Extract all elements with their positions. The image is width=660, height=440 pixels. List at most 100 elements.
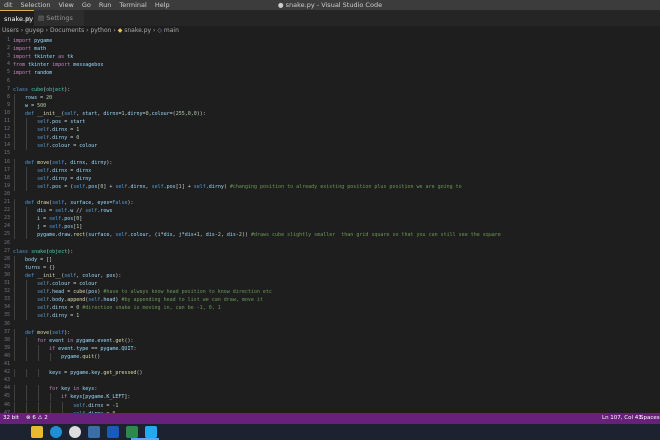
edge-icon[interactable]	[50, 426, 62, 438]
indent-guide	[26, 231, 28, 240]
code-line[interactable]: w = 500	[13, 102, 46, 110]
code-line[interactable]: def __init__(self, colour, pos):	[13, 272, 121, 280]
line-number: 16	[3, 158, 10, 165]
code-line[interactable]: self.dirnx = 1	[13, 126, 79, 134]
close-icon[interactable]: ×	[25, 11, 31, 27]
indent-guide	[14, 312, 15, 321]
code-line[interactable]: import random	[13, 69, 52, 77]
python-interpreter[interactable]: 32 bit	[3, 413, 19, 424]
store-icon[interactable]	[88, 426, 100, 438]
code-line[interactable]: class snake(object):	[13, 248, 73, 256]
code-line[interactable]: from tkinter import messagebox	[13, 61, 103, 69]
breadcrumb-item-file[interactable]: snake.py	[124, 27, 151, 34]
menu-terminal[interactable]: Terminal	[115, 0, 150, 10]
code-line[interactable]: rows = 20	[13, 94, 52, 102]
menu-run[interactable]: Run	[95, 0, 115, 10]
cursor-position[interactable]: Ln 107, Col 41	[602, 413, 642, 424]
code-line[interactable]: import math	[13, 45, 46, 53]
line-number: 9	[6, 101, 10, 108]
word-icon[interactable]	[107, 426, 119, 438]
tab-settings[interactable]: ▤ Settings	[34, 10, 84, 26]
code-line[interactable]: pygame.draw.rect(surface, self.colour, (…	[13, 231, 501, 239]
code-line[interactable]: turns = {}	[13, 264, 55, 272]
indent-guide	[14, 271, 15, 280]
indent-guide	[14, 401, 15, 410]
indent-guide	[26, 174, 28, 183]
indent-guide	[50, 352, 52, 361]
breadcrumb-item-documents[interactable]: Documents	[50, 27, 84, 34]
indent-guide	[50, 401, 52, 410]
indent-guide	[14, 93, 15, 102]
indent-guide	[14, 134, 15, 143]
excel-icon[interactable]	[126, 426, 138, 438]
menu-go[interactable]: Go	[78, 0, 95, 10]
line-number: 32	[3, 288, 10, 295]
code-line[interactable]: if keys[pygame.K_LEFT]:	[13, 393, 130, 401]
line-number: 37	[3, 328, 10, 335]
indent-guide	[14, 231, 15, 240]
line-number: 15	[3, 150, 10, 157]
indent-guide	[26, 304, 28, 313]
code-line[interactable]: self.head = cube(pos) #have to always kn…	[13, 288, 272, 296]
menu-edit[interactable]: dit	[0, 0, 16, 10]
code-line[interactable]: body = []	[13, 256, 52, 264]
code-line[interactable]: self.dirnx = -1	[13, 402, 118, 410]
code-line[interactable]: for event in pygame.event.get():	[13, 337, 133, 345]
problems-indicator[interactable]: ⊗ 6 ⚠ 2	[26, 413, 48, 424]
tab-snake-py[interactable]: snake.py ×	[0, 10, 34, 26]
code-editor[interactable]: 1 2 3 4 5 6 7 8 9 10 11 12 13 14 15 16 17 18 19 20 21 22 23 24 2…	[0, 35, 660, 413]
code-line[interactable]: import pygame	[13, 37, 52, 45]
menu-selection[interactable]: Selection	[16, 0, 54, 10]
code-line[interactable]: dis = self.w // self.rows	[13, 207, 112, 215]
indent-guide	[26, 312, 28, 321]
indent-guide	[14, 344, 15, 353]
code-line[interactable]: self.dirnx = dirnx	[13, 167, 91, 175]
indent-guide	[62, 401, 64, 410]
breadcrumb-item-users[interactable]: Users	[0, 27, 19, 34]
indent-guide	[14, 101, 15, 110]
breadcrumb-item-symbol[interactable]: main	[164, 27, 179, 34]
line-number: 40	[3, 352, 10, 359]
code-line[interactable]: def draw(self, surface, eyes=False):	[13, 199, 133, 207]
code-line[interactable]: def __init__(self, start, dirnx=1,dirny=…	[13, 110, 206, 118]
indentation[interactable]: Spaces	[640, 413, 660, 424]
code-line[interactable]: i = self.pos[0]	[13, 215, 82, 223]
indent-guide	[26, 344, 28, 353]
code-line[interactable]: class cube(object):	[13, 86, 70, 94]
indent-guide	[14, 369, 15, 378]
breadcrumb-separator: ›	[153, 27, 156, 34]
menu-view[interactable]: View	[54, 0, 77, 10]
code-line[interactable]: def move(self, dirnx, dirny):	[13, 159, 112, 167]
code-line[interactable]: def move(self):	[13, 329, 70, 337]
line-number: 5	[6, 69, 10, 76]
line-number: 46	[3, 401, 10, 408]
line-number: 38	[3, 336, 10, 343]
code-line[interactable]: self.dirnx = 0 #direction snake is movin…	[13, 304, 221, 312]
taskbar	[0, 424, 660, 440]
code-line[interactable]: self.dirny = 1	[13, 312, 79, 320]
indent-guide	[26, 207, 28, 216]
menu-help[interactable]: Help	[151, 0, 174, 10]
code-line[interactable]: self.dirny = 0	[13, 134, 79, 142]
code-line[interactable]: self.body.append(self.head) #by appendin…	[13, 296, 263, 304]
code-line[interactable]: if event.type == pygame.QUIT:	[13, 345, 136, 353]
indent-guide	[38, 344, 40, 353]
indent-guide	[26, 288, 28, 297]
status-bar: 32 bit ⊗ 6 ⚠ 2 Ln 107, Col 41 Spaces	[0, 413, 660, 424]
indent-guide	[14, 215, 15, 224]
vscode-icon[interactable]	[145, 426, 157, 438]
breadcrumb-item-python[interactable]: python	[90, 27, 111, 34]
chrome-icon[interactable]	[69, 426, 81, 438]
code-line[interactable]: self.pos = (self.pos[0] + self.dirnx, se…	[13, 183, 462, 191]
code-line[interactable]: self.pos = start	[13, 118, 85, 126]
line-number: 1	[6, 37, 10, 43]
code-line[interactable]: import tkinter as tk	[13, 53, 73, 61]
line-number: 45	[3, 393, 10, 400]
folder-icon[interactable]	[31, 426, 43, 438]
indent-guide	[14, 182, 15, 191]
line-number: 33	[3, 296, 10, 303]
code-line[interactable]: keys = pygame.key.get_pressed()	[13, 369, 142, 377]
code-line[interactable]: self.dirny = dirny	[13, 175, 91, 183]
code-line[interactable]: j = self.pos[1]	[13, 223, 82, 231]
breadcrumb-item-user[interactable]: guyep	[25, 27, 44, 34]
